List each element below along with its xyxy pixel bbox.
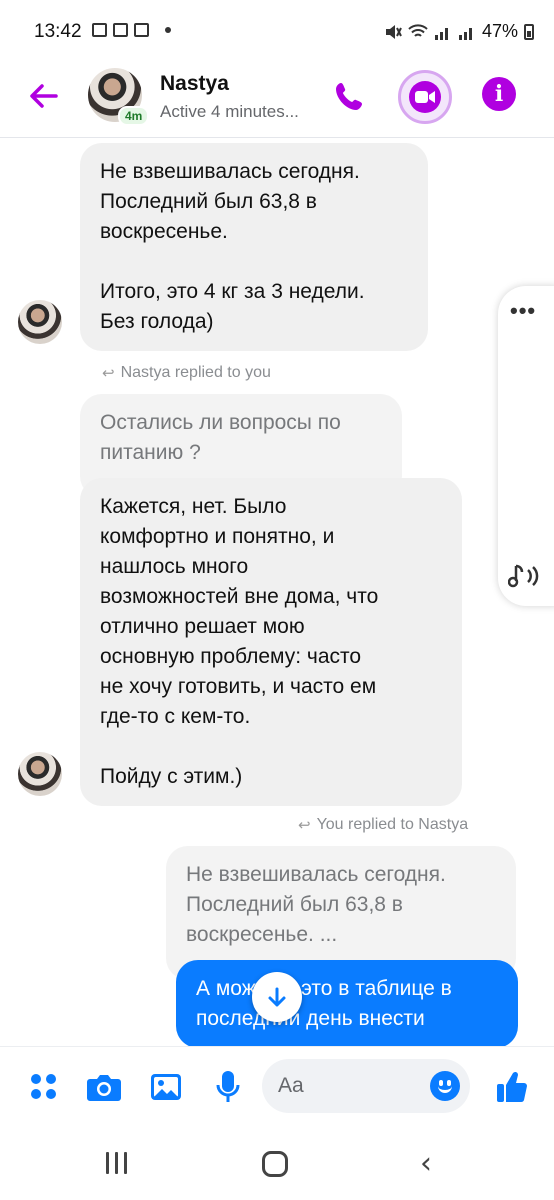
reply-arrow-icon: ↩ [102,365,115,382]
status-time: 13:42 [34,21,82,42]
reply-arrow-icon: ↩ [298,817,311,834]
nav-back-icon[interactable]: ‹ [420,1149,432,1179]
thumbs-up-icon[interactable] [494,1069,530,1105]
reply-note: ↩ You replied to Nastya [298,816,468,834]
video-camera-icon [409,81,441,113]
more-notifications-icon [165,27,171,33]
emoji-icon[interactable] [430,1071,460,1101]
message-composer [0,1046,554,1132]
floating-side-panel[interactable]: ••• [498,286,554,606]
scroll-to-bottom-button[interactable] [252,972,302,1022]
info-icon[interactable]: i [482,77,516,111]
wifi-icon [408,23,428,37]
audio-icon[interactable] [508,562,544,590]
system-status: 47% [384,21,534,42]
chat-header: 4m Nastya Active 4 minutes... i [0,62,554,138]
battery-percent: 47% [481,21,518,41]
signal-icon-2 [458,27,472,40]
notification-icons [92,23,171,37]
reply-note: ↩ Nastya replied to you [102,364,271,382]
presence-badge: 4m [118,106,150,126]
back-arrow-icon[interactable] [26,78,62,114]
reply-note-text: You replied to Nastya [316,816,469,833]
sender-avatar[interactable] [18,300,62,344]
received-message[interactable]: Не взвешивалась сегодня. Последний был 6… [80,143,428,351]
message-input[interactable] [278,1059,428,1113]
gallery-icon[interactable] [148,1069,184,1105]
contact-name[interactable]: Nastya [160,72,229,96]
mail-notification-icon [113,23,128,37]
recent-apps-icon[interactable] [106,1152,127,1174]
signal-icon [434,27,448,40]
apps-grid-icon[interactable] [26,1069,62,1105]
arrow-down-icon [268,987,286,1007]
phone-icon[interactable] [330,76,370,116]
news-notification-icon [134,23,149,37]
contact-status: Active 4 minutes... [160,102,299,121]
more-icon[interactable]: ••• [510,298,536,324]
video-call-button[interactable] [398,70,452,124]
sender-avatar[interactable] [18,752,62,796]
message-input-container[interactable] [262,1059,470,1113]
battery-icon [524,23,534,40]
reply-note-text: Nastya replied to you [120,364,271,381]
gallery-notification-icon [92,23,107,37]
mute-icon [385,24,402,39]
status-bar: 13:42 47% [0,0,554,62]
home-icon[interactable] [262,1151,288,1177]
system-navigation-bar: ‹ [0,1132,554,1200]
sent-message[interactable]: А можешь это в таблице в последний день … [176,960,518,1048]
microphone-icon[interactable] [210,1069,246,1105]
received-message[interactable]: Кажется, нет. Было комфортно и понятно, … [80,478,462,806]
camera-icon[interactable] [86,1069,122,1105]
